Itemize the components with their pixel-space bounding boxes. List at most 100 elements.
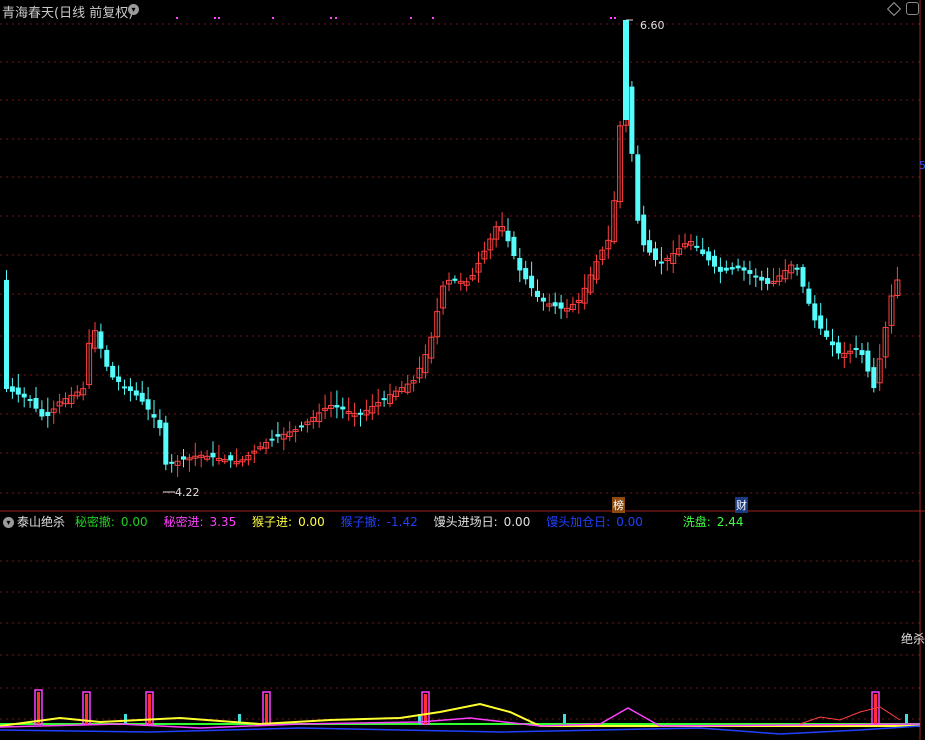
candle-body	[334, 405, 340, 408]
candle-body	[717, 266, 723, 272]
signal-dot	[272, 17, 274, 19]
candle-body	[535, 290, 540, 297]
candle-body	[700, 249, 706, 255]
blue-line	[0, 725, 921, 735]
candle-body	[629, 86, 635, 154]
candle-body	[299, 425, 304, 428]
signal-bar	[563, 714, 566, 724]
candle-body	[122, 386, 127, 389]
candle-body	[157, 419, 163, 429]
right-axis-marker: 5	[919, 159, 925, 172]
indicator-chart[interactable]	[0, 512, 925, 740]
candle-body	[340, 406, 346, 410]
candle-body	[853, 347, 859, 350]
signal-bar	[37, 692, 40, 724]
candle-body	[623, 20, 629, 120]
candle-body	[381, 398, 387, 401]
candle-body	[33, 398, 39, 409]
signal-dot	[614, 17, 616, 19]
candlestick-chart[interactable]	[0, 0, 925, 512]
candle-body	[871, 367, 877, 389]
candle-body	[145, 399, 151, 410]
candle-body	[181, 456, 186, 460]
candle-body	[729, 267, 735, 270]
candle-body	[4, 279, 9, 389]
candle-body	[747, 270, 753, 274]
candle-body	[794, 267, 800, 270]
signal-bar	[424, 694, 427, 724]
candle-body	[824, 330, 830, 337]
signal-bar	[85, 694, 88, 724]
signal-bar	[874, 694, 877, 724]
candle-body	[133, 390, 139, 396]
candle-body	[723, 267, 729, 271]
candle-body	[9, 386, 15, 392]
signal-bar	[124, 714, 127, 724]
candle-body	[104, 349, 110, 367]
candle-body	[712, 255, 717, 267]
candle-body	[151, 414, 157, 418]
candle-body	[210, 452, 216, 458]
candle-body	[753, 275, 759, 278]
candle-body	[452, 278, 458, 281]
candle-body	[818, 315, 824, 329]
candle-body	[812, 303, 818, 321]
finance-badge[interactable]: 财	[735, 497, 748, 513]
candle-body	[45, 411, 51, 417]
candle-body	[558, 302, 564, 309]
candle-body	[505, 230, 511, 242]
candle-body	[835, 342, 841, 354]
candle-body	[228, 455, 234, 461]
candle-body	[765, 278, 771, 284]
candle-body	[694, 245, 700, 248]
candle-body	[806, 288, 812, 304]
candle-body	[529, 275, 535, 289]
candle-body	[139, 392, 145, 402]
candle-body	[275, 434, 281, 437]
candle-body	[706, 251, 712, 261]
candle-body	[163, 422, 169, 465]
candle-body	[735, 265, 741, 269]
candle-body	[110, 365, 116, 378]
candle-body	[39, 409, 45, 417]
signal-dot	[214, 17, 216, 19]
signal-bar	[265, 694, 268, 724]
signal-bar	[905, 714, 908, 724]
candle-body	[15, 387, 21, 395]
juesha-label: 绝杀	[900, 632, 925, 646]
candle-body	[517, 257, 523, 271]
candle-body	[658, 261, 664, 264]
candle-body	[635, 154, 641, 221]
candle-body	[540, 297, 546, 302]
candle-body	[127, 386, 133, 392]
candle-body	[830, 341, 835, 346]
candle-body	[759, 276, 765, 281]
candle-body	[523, 268, 529, 280]
signal-dot	[610, 17, 612, 19]
candle-body	[859, 350, 865, 355]
signal-dot	[218, 17, 220, 19]
red-step-line	[799, 706, 901, 725]
signal-dot	[330, 17, 332, 19]
low-price-label: 4.22	[175, 486, 200, 499]
candle-body	[358, 412, 363, 415]
candle-body	[552, 302, 558, 307]
candle-body	[641, 214, 647, 246]
candle-body	[647, 240, 653, 253]
yellow-line	[0, 702, 920, 727]
candle-body	[169, 461, 175, 464]
candle-body	[511, 236, 517, 256]
candle-body	[269, 438, 275, 441]
candle-body	[98, 331, 104, 349]
high-price-label: 6.60	[640, 19, 665, 32]
signal-dot	[410, 17, 412, 19]
candle-body	[800, 267, 806, 287]
ranking-badge[interactable]: 榜	[612, 497, 625, 513]
signal-dot	[432, 17, 434, 19]
candle-body	[21, 393, 27, 398]
candle-body	[653, 248, 658, 260]
candle-body	[116, 376, 122, 382]
candle-body	[27, 398, 33, 401]
signal-dot	[176, 17, 178, 19]
signal-dot	[335, 17, 337, 19]
